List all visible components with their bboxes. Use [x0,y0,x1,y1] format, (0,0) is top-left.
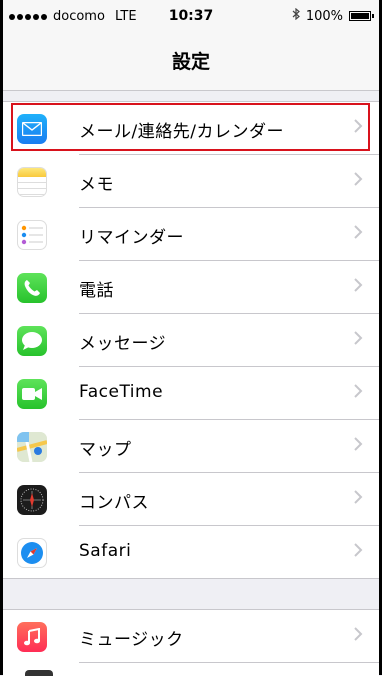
row-label: FaceTime [79,382,164,402]
settings-group-media: ミュージック [3,609,379,676]
settings-row-phone[interactable]: 電話 [3,261,379,314]
settings-row-music[interactable]: ミュージック [3,610,379,663]
navigation-bar: 設定 [3,34,379,91]
settings-row-mail-contacts-calendar[interactable]: メール/連絡先/カレンダー [3,102,379,155]
reminders-icon [17,220,47,250]
row-label: ミュージック [79,630,184,650]
settings-row-compass[interactable]: コンパス [3,473,379,526]
row-label: メール/連絡先/カレンダー [79,122,284,142]
safari-icon [17,538,47,568]
row-label: メッセージ [79,334,167,354]
row-label: 電話 [79,281,114,301]
bluetooth-icon [292,7,300,24]
device-frame-left [0,0,3,675]
settings-group-apps: メール/連絡先/カレンダー メモ リマインダー 電話 メッセージ FaceTim… [3,101,379,579]
chevron-right-icon [354,437,363,451]
chevron-right-icon [354,331,363,345]
phone-icon [17,273,47,303]
row-label: メモ [79,175,114,195]
messages-icon [17,326,47,356]
chevron-right-icon [354,119,363,133]
settings-row-messages[interactable]: メッセージ [3,314,379,367]
chevron-right-icon [354,172,363,186]
battery-percent: 100% [305,8,343,24]
status-bar: docomo LTE 10:37 100% [3,0,379,34]
facetime-icon [17,379,47,409]
settings-row-facetime[interactable]: FaceTime [3,367,379,420]
chevron-right-icon [354,543,363,557]
row-label: Safari [79,541,132,561]
music-icon [17,622,47,652]
next-row-icon-peek [25,670,53,676]
maps-icon [17,432,47,462]
mail-icon [17,114,47,144]
settings-row-notes[interactable]: メモ [3,155,379,208]
chevron-right-icon [354,490,363,504]
notes-icon [17,167,47,197]
row-label: マップ [79,440,132,460]
compass-icon [17,485,47,515]
chevron-right-icon [354,225,363,239]
chevron-right-icon [354,278,363,292]
battery-icon [349,11,374,21]
row-label: コンパス [79,493,149,513]
status-right: 100% [292,7,374,24]
page-title: 設定 [171,51,210,73]
row-separator [79,662,379,663]
chevron-right-icon [354,384,363,398]
chevron-right-icon [354,627,363,641]
settings-row-reminders[interactable]: リマインダー [3,208,379,261]
settings-row-maps[interactable]: マップ [3,420,379,473]
settings-row-safari[interactable]: Safari [3,526,379,579]
row-label: リマインダー [79,228,184,248]
